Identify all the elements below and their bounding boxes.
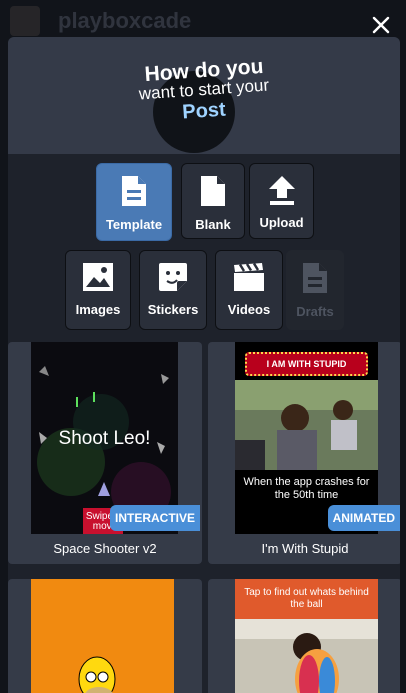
homer-illustration bbox=[78, 656, 116, 693]
blank-page-icon bbox=[201, 176, 225, 206]
template-card-homer[interactable] bbox=[8, 579, 202, 693]
image-icon bbox=[83, 263, 113, 291]
card-thumbnail: Tap to find out whats behind the ball bbox=[235, 579, 378, 693]
template-button[interactable]: Template bbox=[96, 163, 172, 241]
card-title: Space Shooter v2 bbox=[53, 541, 157, 556]
images-label: Images bbox=[75, 302, 121, 317]
card-thumbnail bbox=[31, 579, 174, 693]
blank-button[interactable]: Blank bbox=[181, 163, 245, 239]
stickers-label: Stickers bbox=[147, 302, 199, 317]
images-button[interactable]: Images bbox=[65, 250, 131, 330]
videos-button[interactable]: Videos bbox=[215, 250, 283, 330]
drafts-icon bbox=[303, 263, 327, 293]
blank-label: Blank bbox=[195, 217, 231, 232]
upload-icon bbox=[268, 176, 295, 205]
template-label: Template bbox=[105, 217, 163, 232]
badge-animated: ANIMATED bbox=[327, 505, 400, 531]
thumb-caption: When the app crashes for the 50th time bbox=[243, 476, 370, 501]
stickers-button[interactable]: Stickers bbox=[139, 250, 207, 330]
card-title: I'm With Stupid bbox=[261, 541, 349, 556]
drafts-button[interactable]: Drafts bbox=[286, 250, 344, 330]
modal-header: How do you want to start your Post bbox=[8, 37, 400, 154]
thumb-title: Shoot Leo! bbox=[58, 428, 151, 449]
thumb-banner: I AM WITH STUPID bbox=[245, 352, 368, 376]
sticker-icon bbox=[159, 263, 187, 291]
template-card-behind-ball[interactable]: Tap to find out whats behind the ball bbox=[208, 579, 400, 693]
upload-label: Upload bbox=[259, 215, 304, 230]
template-card-space-shooter[interactable]: Shoot Leo! Swipe to move INTERACTIVE Spa… bbox=[8, 342, 202, 564]
badge-interactive: INTERACTIVE bbox=[109, 505, 200, 531]
close-icon[interactable] bbox=[370, 14, 392, 36]
photo bbox=[235, 380, 378, 470]
template-card-with-stupid[interactable]: I AM WITH STUPID When the app crashes fo… bbox=[208, 342, 400, 564]
thumb-banner: Tap to find out whats behind the ball bbox=[244, 587, 369, 610]
videos-label: Videos bbox=[227, 302, 271, 317]
room-photo bbox=[235, 619, 378, 693]
create-post-modal: How do you want to start your Post Templ… bbox=[8, 37, 400, 693]
clapperboard-icon bbox=[234, 262, 264, 291]
upload-button[interactable]: Upload bbox=[249, 163, 314, 239]
drafts-label: Drafts bbox=[296, 304, 334, 319]
document-icon bbox=[122, 176, 146, 206]
